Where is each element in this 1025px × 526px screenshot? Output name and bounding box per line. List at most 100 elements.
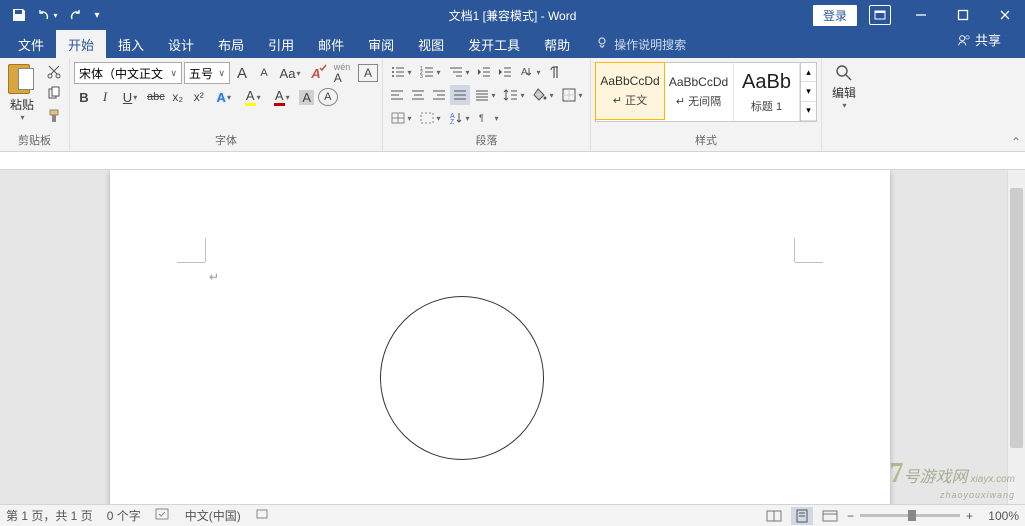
line-spacing-button[interactable]: ▾ — [500, 85, 528, 105]
styles-expand[interactable]: ▾ — [801, 102, 816, 121]
login-button[interactable]: 登录 — [813, 5, 857, 26]
strikethrough-button[interactable]: abc — [145, 87, 167, 107]
tab-design[interactable]: 设计 — [156, 30, 206, 58]
status-wordcount[interactable]: 0 个字 — [107, 507, 141, 524]
styles-scroll-down[interactable]: ▾ — [801, 82, 816, 101]
document-page[interactable]: ↵ — [110, 170, 890, 504]
view-web-button[interactable] — [819, 507, 841, 525]
status-spellcheck[interactable] — [155, 507, 171, 524]
share-button[interactable]: 共享 — [945, 30, 1013, 49]
close-button[interactable] — [985, 0, 1025, 30]
group-editing: 编辑 ▾ — [822, 58, 866, 151]
font-color-button[interactable]: A▾ — [268, 87, 296, 107]
tab-file[interactable]: 文件 — [6, 30, 56, 58]
zoom-in-button[interactable]: + — [966, 509, 973, 523]
zoom-value[interactable]: 100% — [979, 509, 1019, 523]
svg-text:A: A — [521, 67, 528, 78]
group-label-font: 字体 — [74, 130, 378, 151]
document-viewport[interactable]: ↵ — [0, 170, 1007, 504]
margin-guide — [177, 262, 205, 263]
format-painter-button[interactable] — [43, 106, 65, 126]
align-distribute-button[interactable]: ▾ — [471, 85, 499, 105]
find-button[interactable]: 编辑 ▾ — [826, 60, 862, 112]
align-justify-button[interactable] — [450, 85, 470, 105]
sort-button[interactable]: AZ▾ — [445, 108, 473, 128]
change-case-button[interactable]: Aa▾ — [276, 63, 304, 83]
underline-button[interactable]: U▾ — [116, 87, 144, 107]
align-left-button[interactable] — [387, 85, 407, 105]
increase-indent-button[interactable] — [495, 62, 515, 82]
zoom-out-button[interactable]: − — [847, 509, 854, 523]
status-page[interactable]: 第 1 页，共 1 页 — [6, 507, 93, 524]
multilevel-list-button[interactable]: ▾ — [445, 62, 473, 82]
grow-font-button[interactable]: A — [232, 63, 252, 83]
margin-guide — [795, 262, 823, 263]
tell-me-search[interactable]: 操作说明搜索 — [594, 30, 686, 58]
minimize-button[interactable] — [901, 0, 941, 30]
tab-references[interactable]: 引用 — [256, 30, 306, 58]
char-border-button[interactable]: A — [358, 64, 378, 82]
highlight-button[interactable]: A▾ — [239, 87, 267, 107]
font-size-combo[interactable]: 五号∨ — [184, 62, 230, 84]
undo-button[interactable]: ▾ — [34, 2, 60, 28]
cut-button[interactable] — [43, 62, 65, 82]
view-print-button[interactable] — [791, 507, 813, 525]
borders-button[interactable]: ▾ — [558, 85, 586, 105]
status-macro[interactable] — [255, 507, 269, 524]
style-normal[interactable]: AaBbCcDd ↵ 正文 — [595, 62, 665, 120]
subscript-button[interactable]: x₂ — [168, 87, 188, 107]
scrollbar-thumb[interactable] — [1010, 188, 1023, 448]
align-right-button[interactable] — [429, 85, 449, 105]
vertical-scrollbar[interactable] — [1007, 170, 1025, 504]
clear-formatting-button[interactable]: A — [306, 63, 326, 83]
paragraph-settings-button[interactable]: ¶▾ — [474, 108, 502, 128]
tab-home[interactable]: 开始 — [56, 30, 106, 58]
tab-view[interactable]: 视图 — [406, 30, 456, 58]
svg-text:Z: Z — [450, 119, 455, 126]
tabs-button[interactable]: ▾ — [416, 108, 444, 128]
collapse-ribbon-button[interactable]: ⌃ — [1011, 135, 1021, 149]
tab-mail[interactable]: 邮件 — [306, 30, 356, 58]
view-read-button[interactable] — [763, 507, 785, 525]
tab-insert[interactable]: 插入 — [106, 30, 156, 58]
circle-shape[interactable] — [380, 296, 544, 460]
enclose-char-button[interactable]: A — [318, 88, 338, 106]
shrink-font-button[interactable]: A — [254, 63, 274, 83]
align-center-button[interactable] — [408, 85, 428, 105]
char-shading-button[interactable]: A — [297, 87, 317, 107]
styles-scroll-up[interactable]: ▴ — [801, 63, 816, 82]
text-effects-button[interactable]: A▾ — [210, 87, 238, 107]
show-marks-button[interactable] — [545, 62, 565, 82]
decrease-indent-button[interactable] — [474, 62, 494, 82]
superscript-button[interactable]: x² — [189, 87, 209, 107]
status-language[interactable]: 中文(中国) — [185, 507, 241, 524]
copy-button[interactable] — [43, 84, 65, 104]
horizontal-ruler[interactable] — [0, 152, 1025, 170]
tab-review[interactable]: 审阅 — [356, 30, 406, 58]
tab-help[interactable]: 帮助 — [532, 30, 582, 58]
zoom-slider[interactable] — [860, 514, 960, 517]
font-name-combo[interactable]: 宋体（中文正文∨ — [74, 62, 182, 84]
snap-to-grid-button[interactable]: ▾ — [387, 108, 415, 128]
customize-qat-button[interactable]: ▾ — [90, 2, 104, 28]
group-paragraph: ▾ 123▾ ▾ A▾ ▾ ▾ ▾ ▾ ▾ ▾ AZ▾ — [383, 58, 591, 151]
bullets-button[interactable]: ▾ — [387, 62, 415, 82]
zoom-slider-thumb[interactable] — [908, 510, 916, 521]
phonetic-guide-button[interactable]: wénA — [328, 63, 356, 83]
tab-devtools[interactable]: 发开工具 — [456, 30, 532, 58]
redo-button[interactable] — [62, 2, 88, 28]
text-direction-button[interactable]: A▾ — [516, 62, 544, 82]
quick-access-toolbar: ▾ ▾ — [0, 0, 104, 30]
style-heading1[interactable]: AaBb 标题 1 — [734, 63, 800, 121]
save-button[interactable] — [6, 2, 32, 28]
italic-button[interactable]: I — [95, 87, 115, 107]
paste-button[interactable]: 粘贴 ▾ — [4, 60, 40, 124]
tab-layout[interactable]: 布局 — [206, 30, 256, 58]
numbering-button[interactable]: 123▾ — [416, 62, 444, 82]
shading-button[interactable]: ▾ — [529, 85, 557, 105]
title-bar: ▾ ▾ 文档1 [兼容模式] - Word 登录 — [0, 0, 1025, 30]
ribbon-options-button[interactable] — [869, 5, 891, 25]
bold-button[interactable]: B — [74, 87, 94, 107]
maximize-button[interactable] — [943, 0, 983, 30]
style-nospacing[interactable]: AaBbCcDd ↵ 无间隔 — [664, 63, 734, 121]
